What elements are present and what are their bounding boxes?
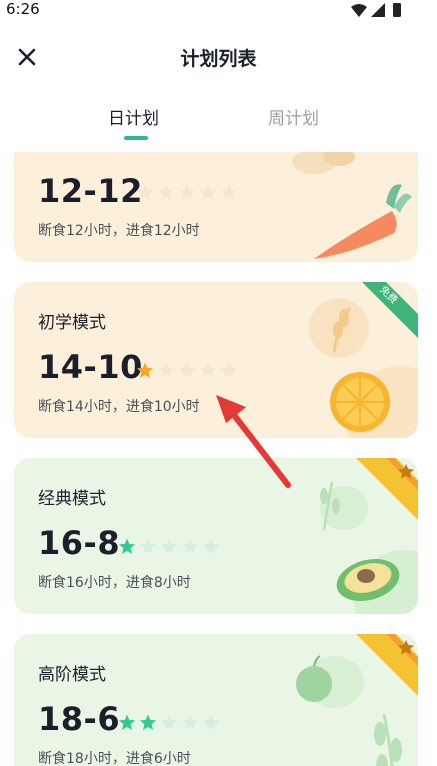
plan-ratio: 16-8 <box>38 524 121 562</box>
star-empty-icon <box>220 184 238 200</box>
tab-day-plan[interactable]: 日计划 <box>108 104 159 129</box>
difficulty-stars <box>136 184 238 200</box>
plan-description: 断食16小时，进食8小时 <box>38 575 191 591</box>
star-empty-icon <box>178 362 196 378</box>
plan-card-12-12[interactable]: 12-12 断食12小时，进食12小时 <box>14 152 418 262</box>
star-empty-icon <box>157 362 175 378</box>
signal-icon <box>371 3 385 17</box>
difficulty-stars <box>118 538 220 554</box>
avocado-illustration <box>336 550 418 614</box>
plan-name: 高阶模式 <box>38 665 106 685</box>
tab-bar: 日计划 周计划 <box>0 100 437 144</box>
star-empty-icon <box>220 362 238 378</box>
plan-ratio: 14-10 <box>38 348 143 386</box>
free-badge: 免费 <box>362 282 418 338</box>
status-time: 6:26 <box>6 0 40 18</box>
difficulty-stars <box>136 362 238 378</box>
star-filled-icon <box>136 362 154 378</box>
difficulty-stars <box>118 714 220 730</box>
status-bar: 6:26 <box>0 0 437 22</box>
carrot-illustration <box>314 184 412 259</box>
star-empty-icon <box>181 538 199 554</box>
star-empty-icon <box>139 538 157 554</box>
star-empty-icon <box>202 538 220 554</box>
star-empty-icon <box>178 184 196 200</box>
plan-description: 断食18小时，进食6小时 <box>38 751 191 766</box>
leaf-illustration <box>374 713 402 766</box>
orange-illustration <box>330 366 418 438</box>
annotation-arrow <box>216 395 291 488</box>
star-filled-icon <box>118 538 136 554</box>
tab-underline <box>124 136 148 140</box>
star-empty-icon <box>202 714 220 730</box>
star-empty-icon <box>160 714 178 730</box>
plan-ratio: 12-12 <box>38 172 143 210</box>
wifi-icon <box>351 4 367 17</box>
star-empty-icon <box>160 538 178 554</box>
star-empty-icon <box>157 184 175 200</box>
plan-description: 断食12小时，进食12小时 <box>38 223 200 239</box>
star-filled-icon <box>139 714 157 730</box>
premium-star-badge <box>356 458 418 520</box>
status-icons <box>351 3 401 17</box>
page-title: 计划列表 <box>180 48 257 70</box>
star-filled-icon <box>118 714 136 730</box>
plan-ratio: 18-6 <box>38 700 121 738</box>
star-empty-icon <box>199 184 217 200</box>
star-empty-icon <box>181 714 199 730</box>
star-empty-icon <box>199 362 217 378</box>
tab-week-plan[interactable]: 周计划 <box>268 104 319 129</box>
plan-name: 经典模式 <box>38 489 106 509</box>
battery-icon <box>393 3 401 17</box>
premium-star-badge <box>356 634 418 696</box>
header: 计划列表 <box>0 36 437 76</box>
plan-card-18-6[interactable]: 高阶模式 18-6 断食18小时，进食6小时 <box>14 634 418 766</box>
plan-description: 断食14小时，进食10小时 <box>38 399 200 415</box>
plan-name: 初学模式 <box>38 313 106 333</box>
